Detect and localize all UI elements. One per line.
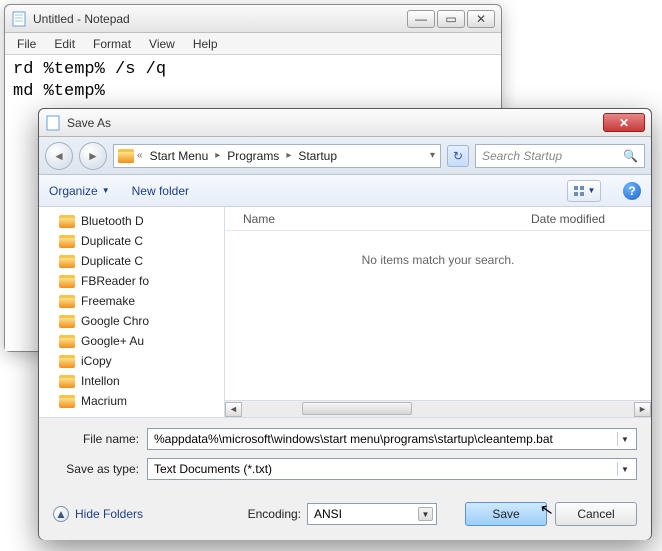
minimize-button[interactable]: —: [407, 10, 435, 28]
search-input[interactable]: Search Startup 🔍: [475, 144, 645, 168]
tree-item[interactable]: Bluetooth D: [59, 211, 224, 231]
tree-item[interactable]: Freemake: [59, 291, 224, 311]
folder-icon: [59, 315, 75, 328]
encoding-label: Encoding:: [248, 507, 301, 521]
crumb-start-menu[interactable]: Start Menu: [146, 149, 213, 163]
fields: File name: %appdata%\microsoft\windows\s…: [39, 417, 651, 494]
notepad-title: Untitled - Notepad: [33, 12, 130, 26]
hide-folders-button[interactable]: ▲ Hide Folders: [53, 506, 143, 522]
menu-edit[interactable]: Edit: [46, 35, 83, 53]
view-button[interactable]: ▼: [567, 180, 601, 202]
folder-icon: [59, 275, 75, 288]
column-name[interactable]: Name: [225, 212, 531, 226]
chevron-down-icon[interactable]: ▼: [617, 462, 632, 476]
close-button[interactable]: ✕: [467, 10, 495, 28]
tree-item[interactable]: Intellon: [59, 371, 224, 391]
column-headers[interactable]: Name Date modified: [225, 207, 651, 231]
body: Bluetooth D Duplicate C Duplicate C FBRe…: [39, 207, 651, 417]
folder-icon: [59, 375, 75, 388]
saveas-title: Save As: [67, 116, 111, 130]
tree-item[interactable]: Duplicate C: [59, 251, 224, 271]
folder-icon: [59, 295, 75, 308]
chevron-down-icon[interactable]: ▼: [617, 432, 632, 446]
folder-icon: [118, 149, 134, 163]
toolbar: Organize▼ New folder ▼ ?: [39, 175, 651, 207]
saveas-titlebar[interactable]: Save As ✕: [39, 109, 651, 137]
horizontal-scrollbar[interactable]: ◄ ►: [225, 400, 651, 417]
chevron-down-icon: ▼: [102, 186, 110, 195]
saveas-close-button[interactable]: ✕: [603, 113, 645, 132]
menu-file[interactable]: File: [9, 35, 44, 53]
nav-forward-button[interactable]: ►: [79, 142, 107, 170]
encoding-select[interactable]: ANSI ▼: [307, 503, 437, 525]
filename-input[interactable]: %appdata%\microsoft\windows\start menu\p…: [147, 428, 637, 450]
folder-icon: [59, 395, 75, 408]
view-icon: [573, 185, 585, 197]
column-date[interactable]: Date modified: [531, 212, 651, 226]
scroll-left-button[interactable]: ◄: [225, 402, 242, 417]
tree-item[interactable]: FBReader fo: [59, 271, 224, 291]
collapse-icon: ▲: [53, 506, 69, 522]
folder-icon: [59, 355, 75, 368]
savetype-select[interactable]: Text Documents (*.txt) ▼: [147, 458, 637, 480]
saveas-dialog: Save As ✕ ◄ ► « Start Menu▸ Programs▸ St…: [38, 108, 652, 540]
savetype-label: Save as type:: [53, 462, 147, 476]
crumb-startup[interactable]: Startup: [294, 149, 341, 163]
organize-button[interactable]: Organize▼: [49, 184, 110, 198]
menu-view[interactable]: View: [141, 35, 183, 53]
help-button[interactable]: ?: [623, 182, 641, 200]
folder-icon: [59, 335, 75, 348]
menu-help[interactable]: Help: [185, 35, 226, 53]
scroll-thumb[interactable]: [302, 402, 412, 415]
tree-item[interactable]: Macrium: [59, 391, 224, 411]
notepad-icon: [11, 11, 27, 27]
tree-item[interactable]: iCopy: [59, 351, 224, 371]
scroll-right-button[interactable]: ►: [634, 402, 651, 417]
refresh-button[interactable]: ↻: [447, 145, 469, 167]
nav-row: ◄ ► « Start Menu▸ Programs▸ Startup ▾ ↻ …: [39, 137, 651, 175]
tree-item[interactable]: Google Chro: [59, 311, 224, 331]
empty-message: No items match your search.: [225, 231, 651, 400]
folder-icon: [59, 255, 75, 268]
folder-tree[interactable]: Bluetooth D Duplicate C Duplicate C FBRe…: [39, 207, 225, 417]
nav-back-button[interactable]: ◄: [45, 142, 73, 170]
chevron-down-icon[interactable]: ▼: [418, 507, 433, 521]
tree-item[interactable]: Duplicate C: [59, 231, 224, 251]
folder-icon: [59, 235, 75, 248]
menu-format[interactable]: Format: [85, 35, 139, 53]
file-list: Name Date modified No items match your s…: [225, 207, 651, 417]
saveas-icon: [45, 115, 61, 131]
search-placeholder: Search Startup: [482, 149, 562, 163]
cancel-button[interactable]: Cancel: [555, 502, 637, 526]
filename-label: File name:: [53, 432, 147, 446]
notepad-menubar: File Edit Format View Help: [5, 33, 501, 55]
scroll-track[interactable]: [242, 402, 634, 417]
chevron-down-icon: ▼: [588, 186, 596, 195]
notepad-titlebar[interactable]: Untitled - Notepad — ▭ ✕: [5, 5, 501, 33]
search-icon: 🔍: [623, 149, 638, 163]
crumb-programs[interactable]: Programs: [223, 149, 283, 163]
newfolder-button[interactable]: New folder: [132, 184, 189, 198]
breadcrumb[interactable]: « Start Menu▸ Programs▸ Startup ▾: [113, 144, 441, 168]
tree-item[interactable]: Google+ Au: [59, 331, 224, 351]
save-button[interactable]: Save: [465, 502, 547, 526]
maximize-button[interactable]: ▭: [437, 10, 465, 28]
folder-icon: [59, 215, 75, 228]
footer: ▲ Hide Folders Encoding: ANSI ▼ Save Can…: [39, 494, 651, 540]
